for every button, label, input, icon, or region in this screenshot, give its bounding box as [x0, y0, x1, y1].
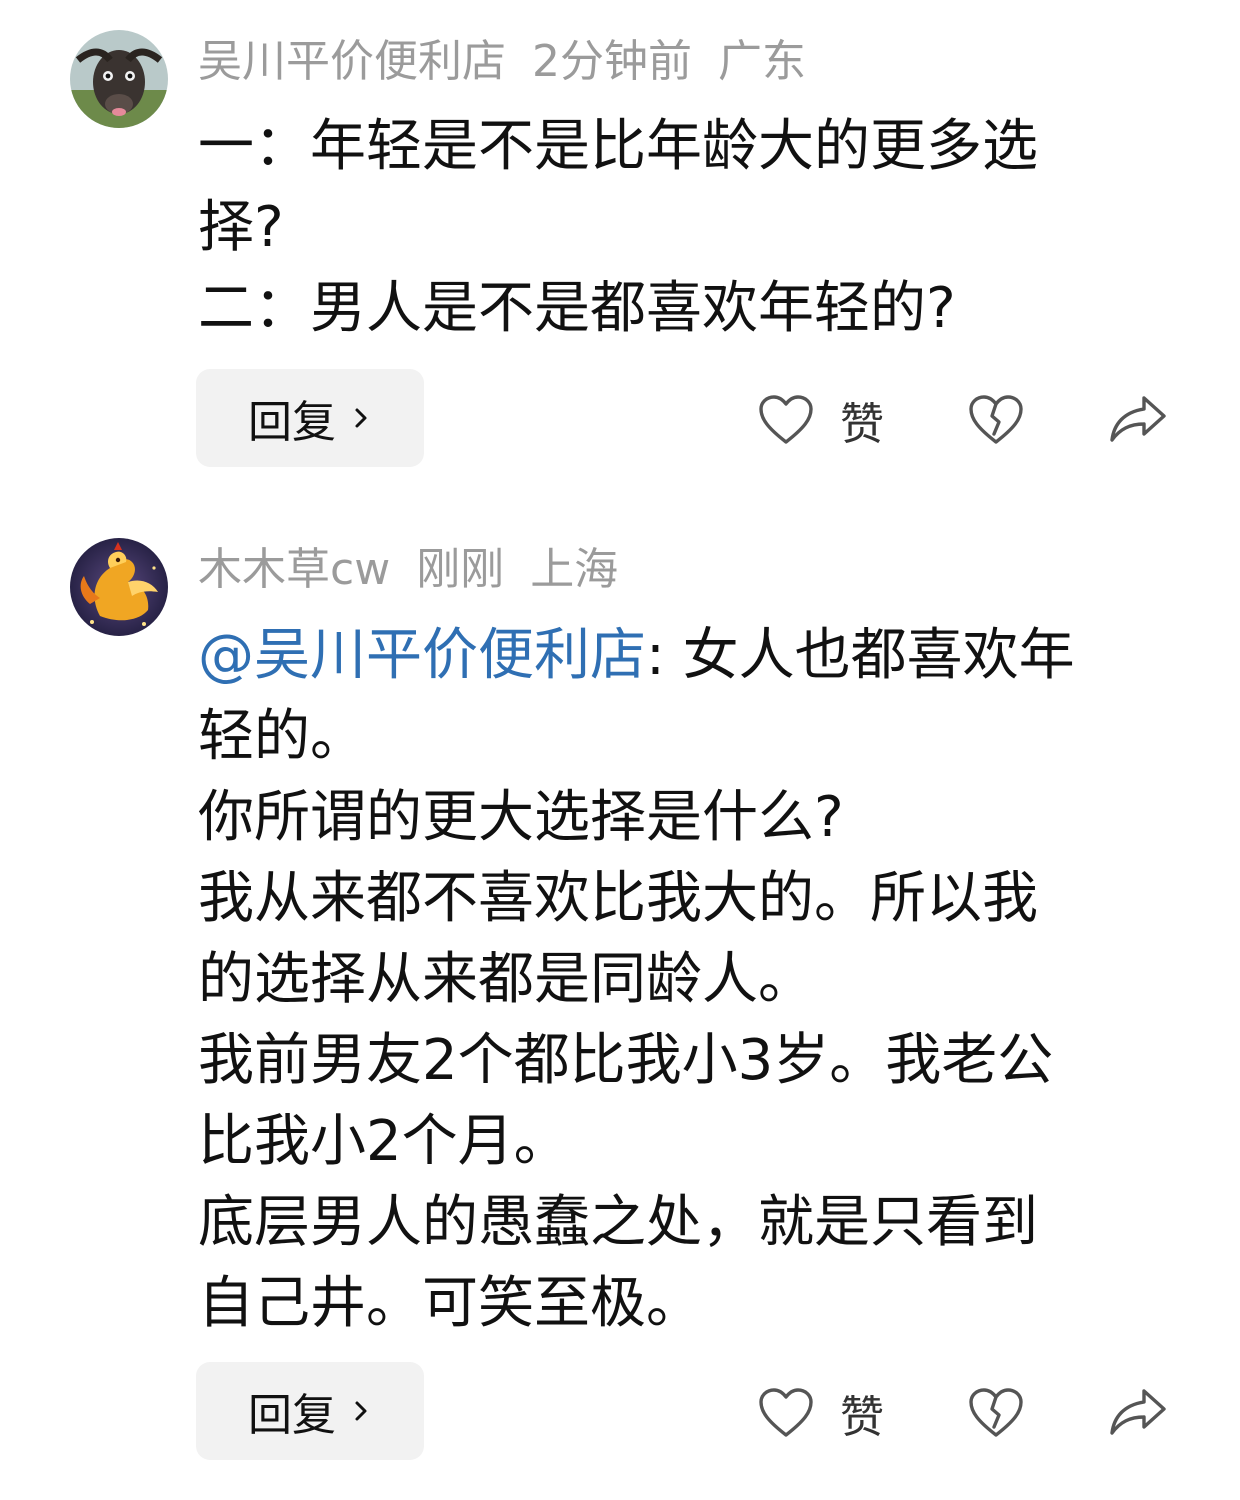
like-button[interactable]: 赞: [758, 1383, 884, 1443]
heart-icon: [759, 1388, 813, 1437]
text-line: 轻的。: [198, 704, 366, 769]
username[interactable]: 木木草cw: [198, 544, 390, 595]
text-line: 择?: [198, 195, 284, 260]
comment-text: 一：年轻是不是比年龄大的更多选 择? 二：男人是不是都喜欢年轻的?: [198, 106, 1178, 349]
location: 上海: [530, 544, 619, 595]
location: 广东: [718, 36, 806, 87]
reply-button[interactable]: 回复: [196, 369, 424, 467]
share-button[interactable]: [1108, 390, 1168, 450]
like-button[interactable]: 赞: [758, 390, 884, 450]
like-label: 赞: [840, 1392, 884, 1443]
comment-meta: 木木草cw 刚刚 上海: [198, 540, 644, 600]
timestamp: 刚刚: [416, 544, 505, 595]
dislike-button[interactable]: [968, 1383, 1024, 1443]
text-line: 一：年轻是不是比年龄大的更多选: [198, 114, 1038, 179]
heart-icon: [759, 395, 813, 444]
comment-text: @吴川平价便利店: 女人也都喜欢年 轻的。 你所谓的更大选择是什么? 我从来都不…: [198, 615, 1188, 1344]
broken-heart-icon: [969, 1388, 1023, 1437]
share-button[interactable]: [1108, 1383, 1168, 1443]
share-icon: [1110, 396, 1166, 442]
avatar[interactable]: [70, 30, 168, 128]
dislike-button[interactable]: [968, 390, 1024, 450]
reply-label: 回复: [248, 1390, 336, 1441]
reply-label: 回复: [248, 397, 336, 448]
text-line: 你所谓的更大选择是什么?: [198, 785, 844, 850]
mention-link[interactable]: @吴川平价便利店: [198, 623, 646, 688]
text-line: 我前男友2个都比我小3岁。我老公: [198, 1028, 1054, 1093]
text-fragment: : 女人也都喜欢年: [646, 623, 1075, 688]
share-icon: [1110, 1389, 1166, 1435]
timestamp: 2分钟前: [532, 36, 692, 87]
avatar[interactable]: [70, 538, 168, 636]
text-line: @吴川平价便利店: 女人也都喜欢年: [198, 615, 1188, 696]
text-line: 自己井。可笑至极。: [198, 1271, 702, 1336]
like-label: 赞: [840, 399, 884, 450]
chevron-right-icon: [355, 1401, 367, 1421]
text-line: 我从来都不喜欢比我大的。所以我: [198, 866, 1038, 931]
chevron-right-icon: [355, 408, 367, 428]
text-line: 二：男人是不是都喜欢年轻的?: [198, 276, 956, 341]
username[interactable]: 吴川平价便利店: [198, 36, 506, 87]
reply-button[interactable]: 回复: [196, 1362, 424, 1460]
comment-meta: 吴川平价便利店 2分钟前 广东: [198, 32, 832, 92]
water-buffalo-avatar: [70, 30, 168, 128]
text-line: 底层男人的愚蠢之处，就是只看到: [198, 1190, 1038, 1255]
golden-phoenix-avatar: [70, 538, 168, 636]
text-line: 的选择从来都是同龄人。: [198, 947, 814, 1012]
text-line: 比我小2个月。: [198, 1109, 570, 1174]
broken-heart-icon: [969, 395, 1023, 444]
